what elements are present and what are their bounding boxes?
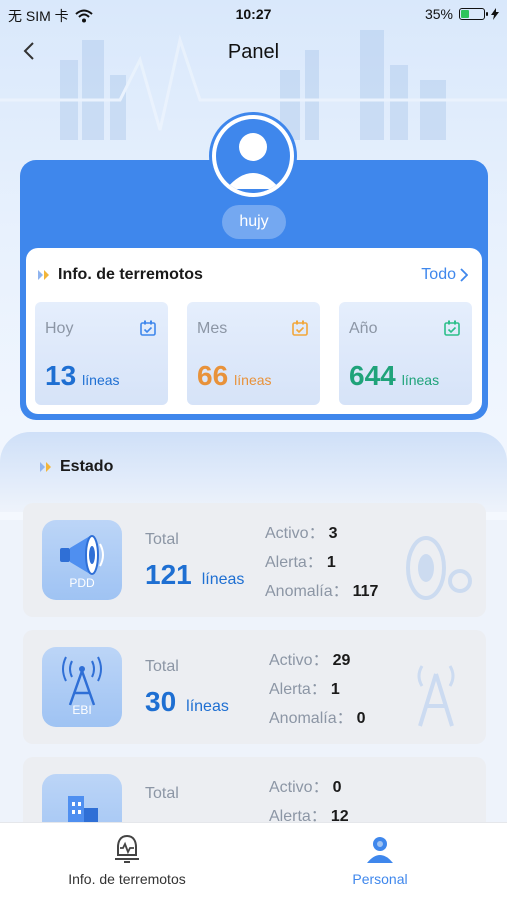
calendar-icon [292, 320, 308, 336]
count-active: Activo： 0 [269, 779, 342, 796]
status-bar: 无 SIM 卡 10:27 35% [0, 0, 507, 30]
calendar-icon [444, 320, 460, 336]
device-code: PDD [69, 576, 95, 590]
earthquake-info-header: Info. de terremotos [38, 266, 203, 284]
charging-bolt-icon [491, 8, 499, 20]
stat-unit: líneas [401, 372, 440, 388]
double-chevron-icon [38, 270, 49, 280]
total-label: Total [145, 785, 179, 802]
calendar-icon [140, 320, 156, 336]
stat-unit: líneas [234, 372, 272, 388]
stat-month[interactable]: Mes 66 líneas [187, 302, 320, 405]
antenna-watermark-icon [417, 665, 455, 727]
avatar[interactable] [209, 112, 297, 200]
bottom-tab-bar: Info. de terremotos Personal [0, 822, 507, 900]
tab-label: Info. de terremotos [68, 871, 186, 887]
total-unit: líneas [186, 698, 229, 715]
battery-status: 35% [425, 6, 499, 22]
stat-label: Hoy [45, 320, 74, 337]
device-icon-tile: EBI [42, 647, 122, 727]
tab-earthquake-info[interactable]: Info. de terremotos [37, 833, 217, 887]
stat-label: Mes [197, 320, 228, 337]
battery-percentage: 35% [424, 6, 453, 22]
count-anomaly: Anomalía： 117 [265, 583, 379, 600]
screen: 无 SIM 卡 10:27 35% Panel hujy Info. de te… [0, 0, 507, 900]
earthquake-info-title: Info. de terremotos [58, 266, 203, 283]
estado-header: Estado [40, 458, 113, 476]
status-counts: Activo： 29 Alerta： 1 Anomalía： 0 [269, 646, 366, 733]
stat-today[interactable]: Hoy 13 líneas [35, 302, 168, 405]
estado-title: Estado [60, 458, 114, 475]
count-active: Activo： 3 [265, 525, 338, 542]
count-alert: Alerta： 1 [269, 681, 340, 698]
count-alert: Alerta： 1 [265, 554, 336, 571]
battery-icon [459, 8, 488, 20]
battery-level [461, 10, 469, 18]
stat-value: 644 [349, 360, 396, 391]
total-label: Total [145, 658, 179, 675]
double-chevron-icon [40, 462, 51, 472]
earthquake-info-panel: Info. de terremotos Todo Hoy 13 líneas M… [26, 248, 482, 414]
view-all-link[interactable]: Todo [421, 266, 468, 284]
navigation-bar: Panel [0, 30, 507, 76]
status-counts: Activo： 3 Alerta： 1 Anomalía： 117 [265, 519, 378, 606]
total-unit: líneas [201, 571, 245, 588]
total-value: 30 [145, 686, 177, 717]
tab-label: Personal [352, 871, 408, 887]
stat-label: Año [349, 320, 378, 337]
stat-year[interactable]: Año 644 líneas [339, 302, 472, 405]
device-card-ebi[interactable]: EBI Total 30 líneas Activo： 29 Alerta： 1 A… [23, 630, 486, 744]
count-anomaly: Anomalía： 0 [269, 710, 366, 727]
total-value: 121 [145, 559, 192, 590]
default-avatar-icon [216, 119, 290, 193]
chevron-right-icon [460, 268, 468, 282]
page-title: Panel [227, 41, 280, 63]
stat-value: 66 [197, 360, 229, 391]
megaphone-watermark-icon [406, 536, 472, 600]
device-card-pdd[interactable]: PDD Total 121 líneas Activo： 3 Alerta： 1 A… [23, 503, 486, 617]
person-icon [367, 837, 393, 863]
username: hujy [222, 205, 286, 239]
device-code: EBI [72, 703, 92, 717]
stat-unit: líneas [82, 372, 120, 388]
device-icon-tile: PDD [42, 520, 122, 600]
count-active: Activo： 29 [269, 652, 351, 669]
stat-value: 13 [45, 360, 77, 391]
tab-personal[interactable]: Personal [290, 833, 470, 887]
bell-pulse-icon [115, 834, 139, 863]
view-all-label: Todo [421, 266, 456, 283]
total-label: Total [145, 531, 179, 548]
